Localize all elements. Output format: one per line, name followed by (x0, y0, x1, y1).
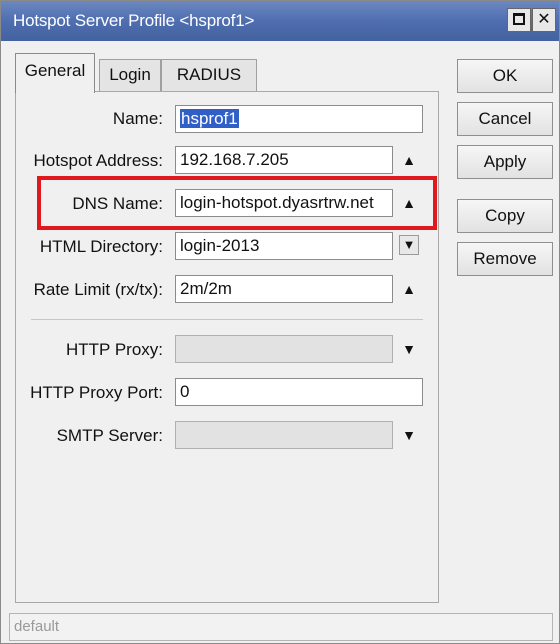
copy-button[interactable]: Copy (457, 199, 553, 233)
tab-login[interactable]: Login (99, 59, 161, 91)
section-divider (31, 319, 423, 320)
name-input[interactable]: hsprof1 (175, 105, 423, 133)
http-proxy-dropdown-icon[interactable]: ▼ (399, 339, 419, 359)
apply-button[interactable]: Apply (457, 145, 553, 179)
rate-limit-input[interactable]: 2m/2m (175, 275, 393, 303)
close-button[interactable]: ✕ (532, 8, 556, 32)
window-title: Hotspot Server Profile <hsprof1> (13, 11, 255, 30)
hotspot-address-input[interactable]: 192.168.7.205 (175, 146, 393, 174)
cancel-button[interactable]: Cancel (457, 102, 553, 136)
smtp-server-label: SMTP Server: (56, 426, 163, 445)
status-bar: default (9, 613, 553, 641)
tab-general[interactable]: General (15, 53, 95, 93)
rate-limit-collapse-icon[interactable]: ▲ (399, 279, 419, 299)
name-value: hsprof1 (180, 109, 239, 128)
http-proxy-label: HTTP Proxy: (66, 340, 163, 359)
http-proxy-port-label: HTTP Proxy Port: (30, 383, 163, 402)
smtp-server-input[interactable] (175, 421, 393, 449)
http-proxy-input[interactable] (175, 335, 393, 363)
tab-radius[interactable]: RADIUS (161, 59, 257, 91)
name-label: Name: (112, 109, 163, 128)
hotspot-server-profile-window: Hotspot Server Profile <hsprof1> ✕ Gener… (0, 0, 560, 644)
hotspot-address-label: Hotspot Address: (33, 151, 163, 170)
title-bar[interactable]: Hotspot Server Profile <hsprof1> ✕ (1, 1, 559, 41)
smtp-server-dropdown-icon[interactable]: ▼ (399, 425, 419, 445)
maximize-icon (513, 13, 525, 25)
remove-button[interactable]: Remove (457, 242, 553, 276)
http-proxy-port-input[interactable]: 0 (175, 378, 423, 406)
status-text: default (14, 618, 60, 635)
hotspot-address-collapse-icon[interactable]: ▲ (399, 150, 419, 170)
dns-name-highlight-box (37, 176, 437, 230)
html-directory-label: HTML Directory: (39, 237, 163, 256)
close-icon: ✕ (537, 11, 551, 28)
html-directory-dropdown-icon[interactable]: ▼ (399, 235, 419, 255)
maximize-button[interactable] (507, 8, 531, 32)
html-directory-input[interactable]: login-2013 (175, 232, 393, 260)
rate-limit-label: Rate Limit (rx/tx): (33, 280, 163, 299)
ok-button[interactable]: OK (457, 59, 553, 93)
